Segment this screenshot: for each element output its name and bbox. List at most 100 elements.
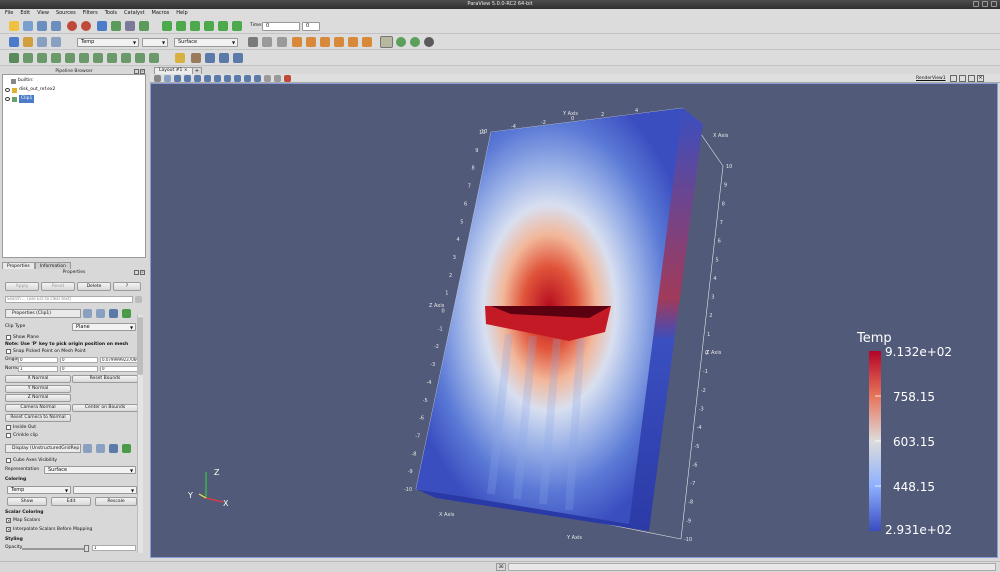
- loop-icon[interactable]: [232, 21, 242, 31]
- interpolate-checkbox[interactable]: ✕: [6, 527, 11, 532]
- disconnect-icon[interactable]: [125, 21, 135, 31]
- previous-frame-icon[interactable]: [176, 21, 186, 31]
- show-center-axes-icon[interactable]: [380, 36, 393, 48]
- render-view[interactable]: Y Axis X Axis Z Axis Z Axis X Axis Y Axi…: [150, 83, 998, 558]
- clip-type-dropdown[interactable]: Plane ▼: [72, 323, 136, 331]
- tab-layout-1[interactable]: Layout #1 ×: [154, 67, 193, 74]
- glyph-filter-icon[interactable]: [93, 53, 103, 63]
- custom-range-icon[interactable]: [51, 37, 61, 47]
- last-frame-icon[interactable]: [218, 21, 228, 31]
- edit-colormap-button[interactable]: Edit: [51, 497, 91, 506]
- view-plus-x-icon[interactable]: [292, 37, 302, 47]
- eye-icon[interactable]: [5, 88, 10, 92]
- interactive-select-cells-icon[interactable]: [234, 75, 241, 82]
- representation-select[interactable]: Surface ▼: [44, 466, 136, 474]
- copy-icon[interactable]: [83, 444, 92, 453]
- first-frame-icon[interactable]: [162, 21, 172, 31]
- add-layout-tab[interactable]: +: [192, 67, 202, 74]
- normal-x-input[interactable]: 1: [18, 366, 58, 372]
- paste-icon[interactable]: [96, 444, 105, 453]
- open-file-icon[interactable]: [9, 21, 19, 31]
- reset-bounds-button[interactable]: Reset Bounds: [72, 375, 138, 383]
- reset-range-icon[interactable]: [37, 37, 47, 47]
- menu-catalyst[interactable]: Catalyst: [124, 9, 145, 18]
- rotate-90-ccw-icon[interactable]: [410, 37, 420, 47]
- extract-subset-filter-icon[interactable]: [79, 53, 89, 63]
- coloring-component-dropdown[interactable]: ▼: [73, 486, 137, 494]
- python-icon[interactable]: [139, 21, 149, 31]
- select-points-icon[interactable]: [205, 53, 215, 63]
- view-plus-y-icon[interactable]: [320, 37, 330, 47]
- minimize-icon[interactable]: [973, 1, 979, 7]
- normal-y-input[interactable]: 0: [60, 366, 98, 372]
- paste-icon[interactable]: [96, 309, 105, 318]
- stream-tracer-filter-icon[interactable]: [107, 53, 117, 63]
- menu-help[interactable]: Help: [176, 9, 187, 18]
- select-cells-icon[interactable]: [219, 53, 229, 63]
- clear-selection-icon[interactable]: [284, 75, 291, 82]
- menu-file[interactable]: File: [5, 9, 13, 18]
- apply-button[interactable]: Apply: [5, 282, 39, 291]
- view-minus-y-icon[interactable]: [334, 37, 344, 47]
- edit-color-map-icon[interactable]: [23, 37, 33, 47]
- reset-button[interactable]: Reset: [41, 282, 75, 291]
- view-minus-x-icon[interactable]: [306, 37, 316, 47]
- calculator-filter-icon[interactable]: [9, 53, 19, 63]
- restore-icon[interactable]: [109, 444, 118, 453]
- zoom-to-box-icon[interactable]: [277, 37, 287, 47]
- opacity-input[interactable]: 1: [92, 545, 136, 551]
- find-data-icon[interactable]: [175, 53, 185, 63]
- close-dock-icon[interactable]: ×: [140, 270, 145, 275]
- select-cells-on-icon[interactable]: [174, 75, 181, 82]
- load-state-icon[interactable]: [37, 21, 47, 31]
- connect-icon[interactable]: [111, 21, 121, 31]
- play-icon[interactable]: [190, 21, 200, 31]
- toggle-color-legend-icon[interactable]: [9, 37, 19, 47]
- advanced-gear-icon[interactable]: [135, 296, 142, 303]
- y-normal-button[interactable]: Y Normal: [5, 385, 71, 393]
- split-vertical-icon[interactable]: [959, 75, 966, 82]
- reset-camera-icon[interactable]: [248, 37, 258, 47]
- close-tab-icon[interactable]: ×: [184, 68, 188, 73]
- delete-button[interactable]: Delete: [77, 282, 111, 291]
- group-datasets-filter-icon[interactable]: [135, 53, 145, 63]
- shrink-selection-icon[interactable]: [274, 75, 281, 82]
- scrollbar-thumb[interactable]: [138, 317, 143, 375]
- select-cells-through-icon[interactable]: [194, 75, 201, 82]
- origin-x-input[interactable]: 0: [18, 357, 58, 363]
- select-polygon-icon[interactable]: [214, 75, 221, 82]
- select-blocks-icon[interactable]: [224, 75, 231, 82]
- opacity-slider-handle[interactable]: [84, 545, 89, 552]
- render-canvas[interactable]: Y Axis X Axis Z Axis Z Axis X Axis Y Axi…: [151, 84, 998, 558]
- rotate-90-cw-icon[interactable]: [396, 37, 406, 47]
- origin-y-input[interactable]: 0: [60, 357, 98, 363]
- interactive-select-icon[interactable]: [233, 53, 243, 63]
- tab-information[interactable]: Information: [34, 262, 71, 269]
- save-default-icon[interactable]: [122, 309, 131, 318]
- menu-sources[interactable]: Sources: [56, 9, 76, 18]
- undo-icon[interactable]: [67, 21, 77, 31]
- select-points-through-icon[interactable]: [204, 75, 211, 82]
- extract-level-filter-icon[interactable]: [149, 53, 159, 63]
- copy-icon[interactable]: [83, 309, 92, 318]
- save-default-icon[interactable]: [122, 444, 131, 453]
- pipeline-item-disk-out-ref[interactable]: disk_out_ref.ex2: [5, 86, 55, 94]
- reset-camera-normal-button[interactable]: Reset Camera to Normal: [5, 414, 71, 422]
- map-scalars-checkbox[interactable]: ✕: [6, 518, 11, 523]
- x-normal-button[interactable]: X Normal: [5, 375, 71, 383]
- menu-macros[interactable]: Macros: [152, 9, 170, 18]
- save-state-icon[interactable]: [51, 21, 61, 31]
- section-display[interactable]: Display (UnstructuredGridRep: [5, 444, 81, 453]
- representation-dropdown[interactable]: Surface ▼: [174, 38, 238, 47]
- clip-filter-icon[interactable]: [37, 53, 47, 63]
- eye-icon[interactable]: [5, 97, 10, 101]
- normal-z-input[interactable]: 0: [100, 366, 138, 372]
- float-icon[interactable]: [134, 270, 139, 275]
- cube-axes-checkbox[interactable]: [6, 458, 11, 463]
- threshold-filter-icon[interactable]: [65, 53, 75, 63]
- section-properties[interactable]: Properties (Clip1): [5, 309, 81, 318]
- menu-filters[interactable]: Filters: [83, 9, 98, 18]
- pipeline-item-builtin[interactable]: builtin:: [11, 77, 34, 85]
- select-points-on-icon[interactable]: [184, 75, 191, 82]
- next-frame-icon[interactable]: [204, 21, 214, 31]
